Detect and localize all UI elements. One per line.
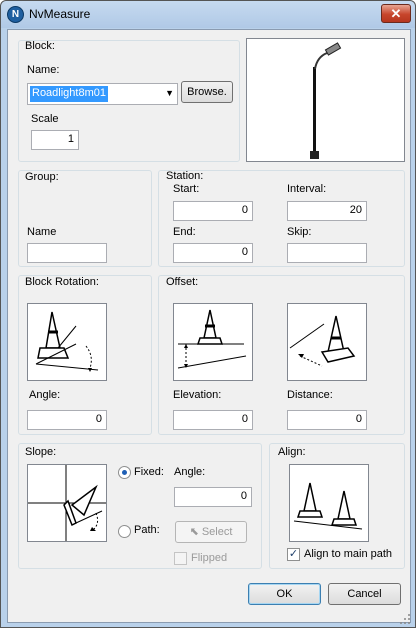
skip-label: Skip: bbox=[287, 226, 312, 238]
elevation-label: Elevation: bbox=[173, 389, 222, 401]
rotation-angle-label: Angle: bbox=[29, 389, 61, 401]
cone-rotation-icon bbox=[35, 311, 99, 372]
end-label: End: bbox=[173, 226, 196, 238]
skip-field[interactable] bbox=[287, 243, 367, 263]
window-title: NvMeasure bbox=[29, 7, 91, 21]
elevation-field[interactable]: 0 bbox=[173, 410, 253, 430]
start-label: Start: bbox=[173, 183, 200, 195]
scale-field[interactable]: 1 bbox=[31, 130, 79, 150]
group-name-label: Name bbox=[27, 226, 57, 238]
cone-slope-icon bbox=[28, 465, 106, 541]
block-group-label: Block: bbox=[25, 40, 55, 52]
path-radio[interactable] bbox=[118, 525, 131, 538]
offset-group-label: Offset: bbox=[166, 276, 199, 288]
start-field[interactable]: 0 bbox=[173, 201, 253, 221]
select-button-label: Select bbox=[201, 526, 233, 538]
rotation-angle-field[interactable]: 0 bbox=[27, 410, 107, 430]
block-preview-image bbox=[246, 38, 405, 162]
group-group-label: Group: bbox=[25, 171, 59, 183]
slope-angle-field[interactable]: 0 bbox=[174, 487, 252, 507]
dialog-body: Block: Name: Roadlight8m01 ▼ Browse. Sca… bbox=[7, 29, 411, 623]
station-group-label: Station: bbox=[166, 170, 204, 182]
align-main-path-label: Align to main path bbox=[304, 548, 393, 560]
distance-field[interactable]: 0 bbox=[287, 410, 367, 430]
distance-diagram bbox=[287, 303, 367, 381]
path-label: Path: bbox=[134, 524, 160, 536]
block-name-label: Name: bbox=[27, 64, 60, 76]
fixed-radio[interactable] bbox=[118, 466, 131, 479]
app-logo-icon: N bbox=[7, 6, 24, 23]
select-button[interactable]: ⬉ Select bbox=[175, 521, 247, 543]
cone-distance-icon bbox=[289, 315, 356, 367]
align-group-label: Align: bbox=[278, 446, 306, 458]
close-button[interactable]: ✕ bbox=[381, 4, 411, 23]
fixed-label: Fixed: bbox=[134, 466, 164, 478]
elevation-diagram bbox=[173, 303, 253, 381]
resize-grip-icon[interactable] bbox=[399, 613, 411, 625]
align-main-path-checkbox[interactable]: ✓ bbox=[287, 548, 300, 561]
block-rotation-label: Block Rotation: bbox=[25, 276, 99, 288]
nvmeasure-dialog: N NvMeasure ✕ Block: Name: Roadlight8m01… bbox=[0, 0, 416, 628]
chevron-down-icon[interactable]: ▼ bbox=[165, 88, 174, 98]
slope-diagram bbox=[27, 464, 107, 542]
flipped-label: Flipped bbox=[191, 552, 228, 564]
group-name-field[interactable] bbox=[27, 243, 107, 263]
cancel-button[interactable]: Cancel bbox=[328, 583, 401, 605]
streetlight-preview-icon bbox=[310, 42, 342, 159]
cones-align-icon bbox=[293, 482, 363, 530]
slope-angle-label: Angle: bbox=[174, 466, 206, 478]
distance-label: Distance: bbox=[287, 389, 333, 401]
ok-button[interactable]: OK bbox=[248, 583, 321, 605]
interval-label: Interval: bbox=[287, 183, 327, 195]
cone-elevation-icon bbox=[177, 309, 247, 369]
browse-button[interactable]: Browse. bbox=[181, 81, 233, 103]
flipped-checkbox[interactable] bbox=[174, 552, 187, 565]
interval-field[interactable]: 20 bbox=[287, 201, 367, 221]
title-bar[interactable]: N NvMeasure ✕ bbox=[1, 1, 415, 28]
scale-label: Scale bbox=[31, 113, 59, 125]
slope-group-label: Slope: bbox=[25, 446, 57, 458]
block-rotation-diagram bbox=[27, 303, 107, 381]
end-field[interactable]: 0 bbox=[173, 243, 253, 263]
block-name-value: Roadlight8m01 bbox=[30, 86, 108, 102]
block-name-combo[interactable]: Roadlight8m01 ▼ bbox=[27, 83, 178, 105]
align-diagram bbox=[289, 464, 369, 542]
cursor-pick-icon: ⬉ bbox=[189, 526, 199, 538]
